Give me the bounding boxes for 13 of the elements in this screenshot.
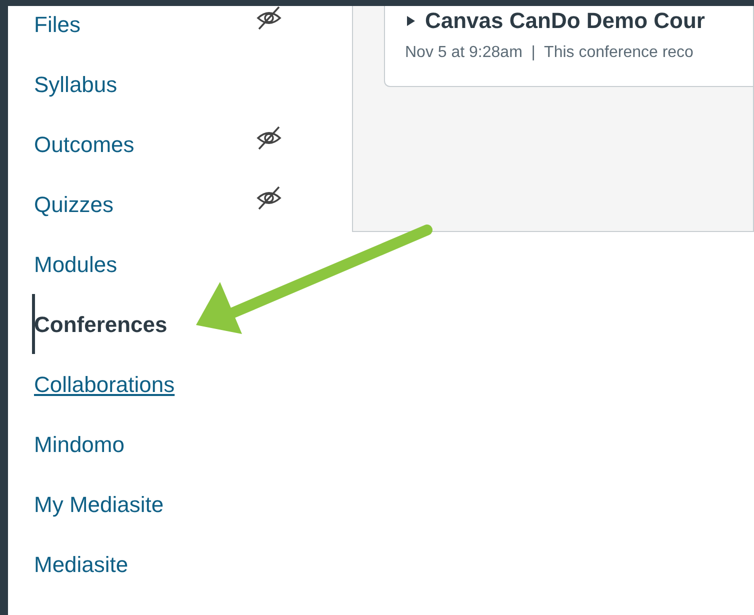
nav-link[interactable]: Files xyxy=(34,8,80,40)
nav-link[interactable]: Modules xyxy=(34,248,118,280)
nav-link[interactable]: Mediasite xyxy=(34,548,128,580)
nav-link[interactable]: Mindomo xyxy=(34,428,124,460)
conference-title[interactable]: Canvas CanDo Demo Cour xyxy=(425,6,705,37)
nav-link[interactable]: Conferences xyxy=(34,308,168,340)
expand-caret-icon[interactable] xyxy=(405,14,417,26)
nav-link[interactable]: My Mediasite xyxy=(34,488,164,520)
nav-link[interactable]: Outcomes xyxy=(34,128,134,160)
nav-link[interactable]: Quizzes xyxy=(34,188,114,220)
nav-link[interactable]: Syllabus xyxy=(34,68,118,100)
nav-link[interactable]: Collaborations xyxy=(34,368,175,400)
conference-details: Nov 5 at 9:28am | This conference reco xyxy=(405,43,694,63)
